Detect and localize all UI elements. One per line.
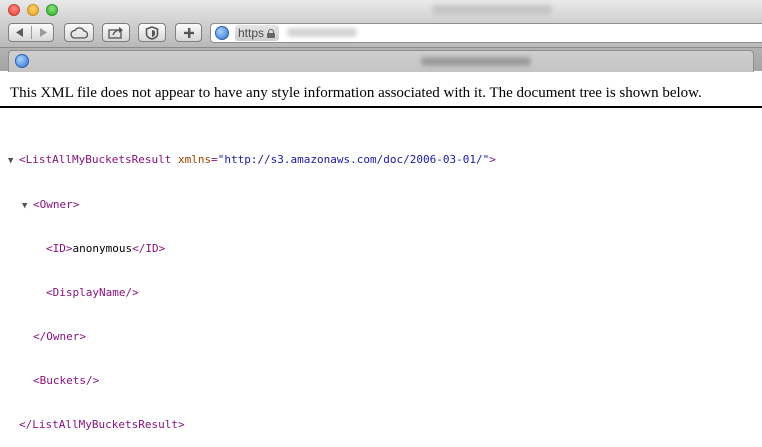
site-globe-icon: [215, 26, 229, 40]
xml-attr-name: xmlns: [177, 153, 212, 167]
xml-root-close-line: </ListAllMyBucketsResult>: [8, 418, 496, 433]
back-button[interactable]: [9, 24, 31, 41]
window-title-redacted: [432, 5, 552, 15]
forward-button[interactable]: [32, 24, 54, 41]
xml-tag: <DisplayName/>: [46, 285, 139, 299]
zoom-window-button[interactable]: [46, 4, 58, 16]
tab-favicon-globe-icon: [15, 54, 29, 68]
notice-divider: [0, 106, 762, 108]
url-host-redacted: [287, 28, 357, 37]
xml-tag: </ListAllMyBucketsResult>: [19, 417, 185, 431]
xml-attr-value: "http://s3.amazonaws.com/doc/2006-03-01/…: [217, 153, 490, 167]
xml-text: anonymous: [72, 241, 133, 255]
collapse-triangle-icon[interactable]: ▼: [22, 199, 33, 214]
plus-icon: [183, 27, 194, 38]
minimize-window-button[interactable]: [27, 4, 39, 16]
tab-title-redacted: [421, 57, 531, 66]
xml-attr-eq: =: [211, 153, 218, 167]
xml-id-line: <ID>anonymous</ID>: [8, 242, 496, 257]
xml-tag: </ID>: [132, 241, 166, 255]
collapse-triangle-icon[interactable]: ▼: [8, 154, 19, 169]
xml-buckets-line: <Buckets/>: [8, 374, 496, 389]
xml-owner-open-line: ▼ <Owner>: [8, 198, 496, 213]
new-tab-button[interactable]: [175, 23, 202, 42]
lock-icon: [267, 28, 276, 38]
icloud-tabs-button[interactable]: [64, 23, 94, 42]
cloud-icon: [70, 26, 88, 39]
back-forward-control: [8, 23, 54, 42]
reader-button[interactable]: [138, 23, 166, 42]
xml-tag: <ListAllMyBucketsResult: [19, 153, 172, 167]
xml-owner-close-line: </Owner>: [8, 330, 496, 345]
forward-arrow-icon: [40, 28, 47, 37]
xml-tag: </Owner>: [33, 329, 86, 343]
xml-tag: <Owner>: [33, 197, 80, 211]
share-button[interactable]: [102, 23, 130, 42]
url-scheme: https: [238, 26, 265, 40]
xml-style-notice: This XML file does not appear to have an…: [10, 85, 702, 101]
active-tab[interactable]: [8, 50, 754, 72]
address-bar[interactable]: https: [210, 23, 762, 43]
reader-shield-icon: [145, 25, 159, 40]
share-icon: [108, 26, 123, 39]
xml-tag-end: >: [489, 153, 496, 167]
title-bar: [0, 0, 762, 20]
toolbar: https: [0, 20, 762, 47]
secure-scheme-chip[interactable]: https: [235, 25, 280, 41]
xml-displayname-line: <DisplayName/>: [8, 286, 496, 301]
back-arrow-icon: [16, 28, 23, 37]
tab-bar: [0, 47, 762, 72]
close-window-button[interactable]: [8, 4, 20, 16]
xml-root-open-line: ▼ <ListAllMyBucketsResult xmlns="http://s…: [8, 153, 496, 168]
xml-tag: <ID>: [46, 241, 73, 255]
xml-document-tree: ▼ <ListAllMyBucketsResult xmlns="http://s…: [8, 124, 496, 447]
xml-tag: <Buckets/>: [33, 373, 100, 387]
